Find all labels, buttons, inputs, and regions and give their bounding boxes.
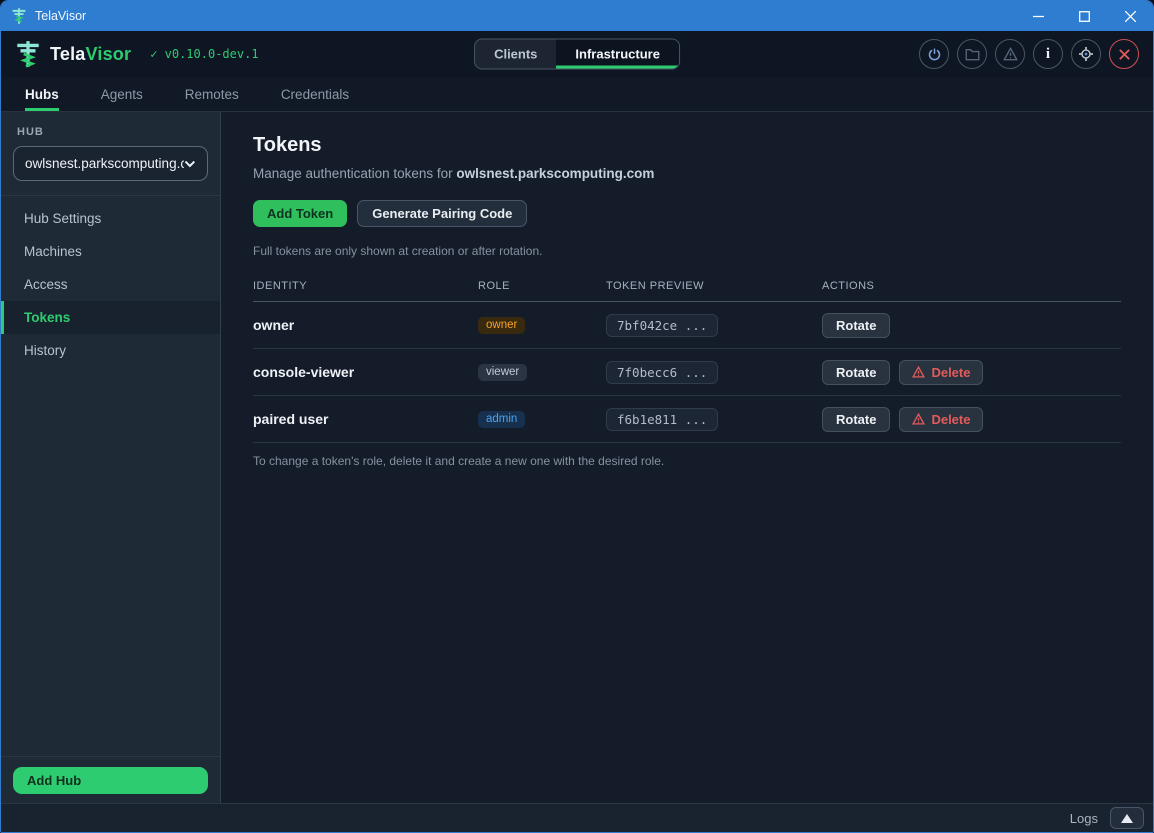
info-icon[interactable]: i [1033,39,1063,69]
role-change-note: To change a token's role, delete it and … [253,454,1121,468]
sidebar-spacer [1,367,220,756]
row-actions: Rotate [822,313,1121,338]
nav-tab-credentials[interactable]: Credentials [281,77,349,111]
window-title: TelaVisor [35,9,86,23]
section-nav: Hubs Agents Remotes Credentials [1,77,1153,112]
app-logo-icon [11,7,27,25]
triangle-up-icon [1121,814,1133,823]
main-panel: Tokens Manage authentication tokens for … [221,112,1153,803]
sidebar-nav: Hub Settings Machines Access Tokens Hist… [1,196,220,367]
nav-tab-agents[interactable]: Agents [101,77,143,111]
rotate-button[interactable]: Rotate [822,313,890,338]
table-row: paired user admin f6b1e811 ... Rotate De… [253,396,1121,443]
nav-tab-remotes[interactable]: Remotes [185,77,239,111]
sidebar-item-history[interactable]: History [1,334,220,367]
tab-clients[interactable]: Clients [475,40,556,69]
sidebar-divider [1,756,220,757]
table-row: owner owner 7bf042ce ... Rotate [253,302,1121,349]
add-token-button[interactable]: Add Token [253,200,347,227]
logs-expand-button[interactable] [1110,807,1144,829]
warning-icon [912,366,925,378]
table-header: IDENTITY ROLE TOKEN PREVIEW ACTIONS [253,271,1121,302]
app-window: TelaVisor TelaVisor ✓ v0.10.0-dev.1 [0,0,1154,833]
hub-domain: owlsnest.parkscomputing.com [456,166,654,181]
rotate-button[interactable]: Rotate [822,407,890,432]
header-icon-buttons: i [919,39,1139,69]
token-identity: paired user [253,411,478,427]
token-preview: 7bf042ce ... [606,314,718,337]
sidebar-item-access[interactable]: Access [1,268,220,301]
row-actions: Rotate Delete [822,360,1121,385]
folder-icon[interactable] [957,39,987,69]
window-controls [1015,1,1153,31]
titlebar-left: TelaVisor [1,7,1015,25]
app-logo-icon [15,39,41,69]
power-icon[interactable] [919,39,949,69]
titlebar: TelaVisor [1,1,1153,31]
sidebar-item-tokens[interactable]: Tokens [1,301,220,334]
warning-icon[interactable] [995,39,1025,69]
app-version: ✓ v0.10.0-dev.1 [150,47,258,61]
token-identity: console-viewer [253,364,478,380]
column-header-token-preview: TOKEN PREVIEW [606,280,822,292]
role-badge: admin [478,411,525,428]
generate-pairing-code-button[interactable]: Generate Pairing Code [357,200,527,227]
tab-infrastructure[interactable]: Infrastructure [556,40,679,69]
add-hub-button[interactable]: Add Hub [13,767,208,794]
column-header-identity: IDENTITY [253,280,478,292]
role-badge: owner [478,317,525,334]
token-identity: owner [253,317,478,333]
delete-button[interactable]: Delete [899,360,983,385]
sidebar-item-hub-settings[interactable]: Hub Settings [1,202,220,235]
mode-tab-group: Clients Infrastructure [474,39,680,70]
logs-label: Logs [1070,811,1098,826]
nav-tab-hubs[interactable]: Hubs [25,77,59,111]
bottom-bar: Logs [1,803,1153,832]
token-actions-row: Add Token Generate Pairing Code [253,200,1121,227]
hub-select-value: owlsnest.parkscomputing.c [25,156,184,171]
hub-select[interactable]: owlsnest.parkscomputing.c [13,146,208,181]
page-title: Tokens [253,134,1121,157]
close-window-icon[interactable] [1107,1,1153,31]
token-hint: Full tokens are only shown at creation o… [253,244,1121,258]
app-header: TelaVisor ✓ v0.10.0-dev.1 Clients Infras… [1,31,1153,77]
role-badge: viewer [478,364,527,381]
chevron-down-icon [184,160,196,168]
body: HUB owlsnest.parkscomputing.c Hub Settin… [1,112,1153,803]
minimize-icon[interactable] [1015,1,1061,31]
column-header-actions: ACTIONS [822,280,1121,292]
maximize-icon[interactable] [1061,1,1107,31]
delete-button[interactable]: Delete [899,407,983,432]
page-subtitle: Manage authentication tokens for owlsnes… [253,166,1121,181]
row-actions: Rotate Delete [822,407,1121,432]
hub-section-label: HUB [17,126,204,138]
brand: TelaVisor ✓ v0.10.0-dev.1 [15,39,259,69]
token-preview: f6b1e811 ... [606,408,718,431]
warning-icon [912,413,925,425]
column-header-role: ROLE [478,280,606,292]
token-preview: 7f0becc6 ... [606,361,718,384]
app-name: TelaVisor [50,44,131,65]
sidebar: HUB owlsnest.parkscomputing.c Hub Settin… [1,112,221,803]
close-circle-icon[interactable] [1109,39,1139,69]
rotate-button[interactable]: Rotate [822,360,890,385]
gear-icon[interactable] [1071,39,1101,69]
table-row: console-viewer viewer 7f0becc6 ... Rotat… [253,349,1121,396]
sidebar-item-machines[interactable]: Machines [1,235,220,268]
